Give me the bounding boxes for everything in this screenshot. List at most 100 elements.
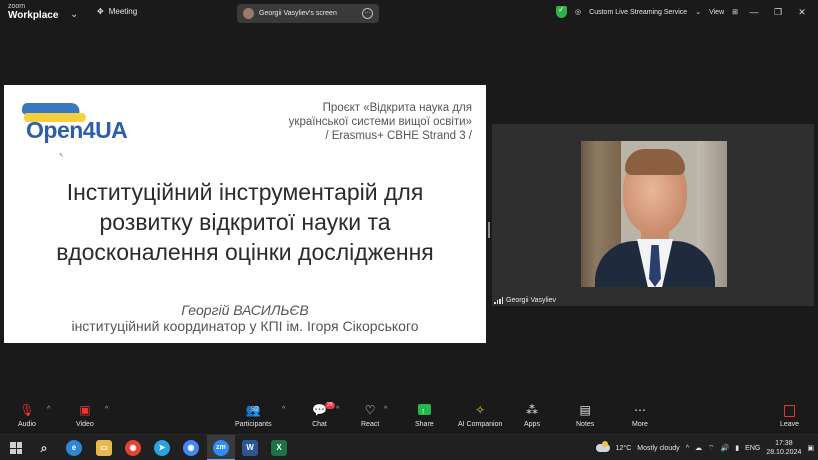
react-button[interactable]: ♡ React xyxy=(361,400,379,429)
audio-button[interactable]: 🎙 Audio xyxy=(18,400,36,429)
weather-icon[interactable] xyxy=(595,441,610,452)
leave-label: Leave xyxy=(780,421,800,428)
author-role: інституційний координатор у КПІ ім. Ігор… xyxy=(71,318,419,334)
more-button[interactable]: ⋯ More xyxy=(632,400,648,429)
more-label: More xyxy=(632,421,648,428)
paw-icon: ✥ xyxy=(97,7,104,16)
system-tray: 12°C Mostly cloudy ^ ☁ ⌔ 🔊 ▮ ENG 17:38 2… xyxy=(595,439,814,457)
participant-name-label: Georgii Vasyliev xyxy=(494,297,556,304)
audio-options-chevron-icon[interactable]: ^ xyxy=(47,406,50,413)
notes-button[interactable]: ▤ Notes xyxy=(576,400,594,429)
brand-workplace: Workplace xyxy=(8,10,59,21)
apps-icon: ⁂ xyxy=(525,403,538,417)
chevron-down-icon[interactable]: ⌄ xyxy=(695,8,701,16)
notes-label: Notes xyxy=(576,421,595,428)
participant-name: Georgii Vasyliev xyxy=(506,297,557,304)
chrome-icon[interactable]: ◉ xyxy=(125,440,141,456)
meeting-label: Meeting xyxy=(108,7,138,16)
excel-icon[interactable]: X xyxy=(271,440,287,456)
video-options-chevron-icon[interactable]: ^ xyxy=(105,406,108,413)
search-icon[interactable]: ⌕ xyxy=(36,440,52,456)
avatar xyxy=(243,8,254,19)
clock-time: 17:38 xyxy=(775,440,793,447)
temperature[interactable]: 12°C xyxy=(616,445,632,452)
project-line: / Erasmus+ CBHE Strand 3 / xyxy=(325,130,472,142)
chevron-down-icon[interactable]: ⌄ xyxy=(70,9,78,20)
apps-button[interactable]: ⁂ Apps xyxy=(524,400,540,429)
leave-button[interactable]: Leave xyxy=(780,400,799,429)
meeting-toolbar: 🎙 Audio ^ ▣ Video ^ 👥 92 Participants ^ … xyxy=(0,398,818,434)
participants-count: 92 xyxy=(251,406,259,413)
live-streaming-label[interactable]: Custom Live Streaming Service xyxy=(589,9,687,16)
participants-label: Participants xyxy=(235,421,272,428)
title-line: вдосконалення оцінки дослідження xyxy=(56,239,434,265)
live-stream-icon: ◎ xyxy=(575,9,582,16)
participants-button[interactable]: 👥 92 Participants xyxy=(235,400,272,429)
chat-badge: 29 xyxy=(325,402,335,409)
more-icon: ⋯ xyxy=(633,403,646,417)
video-off-icon: ▣ xyxy=(79,403,91,417)
notifications-icon[interactable]: ▣ xyxy=(807,444,814,452)
view-button[interactable]: View xyxy=(709,9,724,16)
windows-taskbar: ⌕ e ▭ ◉ ➤ ◉ zm W X 12°C Mostly cloudy ^ … xyxy=(0,434,818,460)
participants-options-chevron-icon[interactable]: ^ xyxy=(282,406,285,413)
title-line: розвитку відкритої науки та xyxy=(99,209,391,235)
telegram-icon[interactable]: ➤ xyxy=(154,440,170,456)
top-right-controls: ◎ Custom Live Streaming Service ⌄ View ⊞… xyxy=(556,5,810,18)
logo-text: Open4UA xyxy=(26,117,128,143)
video-label: Video xyxy=(76,421,94,428)
author-name: Георгій ВАСИЛЬЄВ xyxy=(181,302,309,318)
zoom-window: zoom Workplace ⌄ ✥ Meeting Georgii Vasyl… xyxy=(0,0,818,460)
top-bar: zoom Workplace ⌄ ✥ Meeting Georgii Vasyl… xyxy=(0,0,818,27)
volume-icon[interactable]: 🔊 xyxy=(721,444,730,452)
chevron-up-icon[interactable]: ^ xyxy=(686,445,689,452)
brand-zoom: zoom xyxy=(8,3,26,10)
weather-description[interactable]: Mostly cloudy xyxy=(637,445,679,452)
signal-bars-icon xyxy=(494,297,503,304)
cloud-icon[interactable]: ☁ xyxy=(695,444,702,452)
project-line: Проєкт «Відкрита наука для xyxy=(322,102,472,114)
leave-icon xyxy=(784,404,796,417)
battery-icon[interactable]: ▮ xyxy=(735,444,739,452)
zoom-icon[interactable]: zm xyxy=(213,440,229,456)
share-button[interactable]: Share xyxy=(415,400,434,429)
shared-screen-slide: Open4UA Проєкт «Відкрита наука для украї… xyxy=(4,85,486,343)
chat-options-chevron-icon[interactable]: ^ xyxy=(336,406,339,413)
edge-icon[interactable]: e xyxy=(66,440,82,456)
word-icon[interactable]: W xyxy=(242,440,258,456)
participant-video-tile[interactable]: Georgii Vasyliev xyxy=(492,124,814,306)
chrome-profile-icon[interactable]: ◉ xyxy=(183,440,199,456)
shield-icon[interactable] xyxy=(556,5,568,18)
split-resize-handle[interactable] xyxy=(488,222,490,238)
screen-share-label: Georgii Vasyliev's screen xyxy=(259,10,337,17)
more-icon[interactable]: ··· xyxy=(362,8,373,19)
video-button[interactable]: ▣ Video xyxy=(76,400,94,429)
ai-companion-button[interactable]: ✧ AI Companion xyxy=(458,400,502,429)
wifi-icon[interactable]: ⌔ xyxy=(708,444,715,453)
project-line: української системи вищої освіти» xyxy=(288,116,472,128)
chat-label: Chat xyxy=(312,421,327,428)
ai-companion-label: AI Companion xyxy=(458,421,503,428)
file-explorer-icon[interactable]: ▭ xyxy=(96,440,112,456)
view-grid-icon[interactable]: ⊞ xyxy=(732,8,738,16)
open4ua-logo: Open4UA xyxy=(20,101,150,145)
screen-share-indicator[interactable]: Georgii Vasyliev's screen ··· xyxy=(237,4,379,23)
windows-start-icon[interactable] xyxy=(10,442,22,454)
react-options-chevron-icon[interactable]: ^ xyxy=(384,406,387,413)
language-indicator[interactable]: ENG xyxy=(745,445,760,452)
audio-label: Audio xyxy=(18,421,36,428)
react-label: React xyxy=(361,421,380,428)
meeting-menu[interactable]: ✥ Meeting xyxy=(97,7,137,16)
slide-author: Георгій ВАСИЛЬЄВ інституційний координат… xyxy=(14,302,476,334)
project-description: Проєкт «Відкрита наука для української с… xyxy=(262,101,472,143)
heart-icon: ♡ xyxy=(364,403,376,417)
title-line: Інституційний інструментарій для xyxy=(66,179,424,205)
system-clock[interactable]: 17:38 28.10.2024 xyxy=(766,439,801,457)
minimize-icon[interactable]: — xyxy=(746,7,762,17)
restore-icon[interactable]: ❐ xyxy=(770,7,786,18)
chat-button[interactable]: 💬 29 Chat xyxy=(312,400,335,429)
share-screen-icon xyxy=(417,401,431,421)
notes-icon: ▤ xyxy=(579,403,591,417)
close-icon[interactable]: ✕ xyxy=(794,7,810,18)
muted-microphone-icon: 🎙 xyxy=(19,403,35,417)
